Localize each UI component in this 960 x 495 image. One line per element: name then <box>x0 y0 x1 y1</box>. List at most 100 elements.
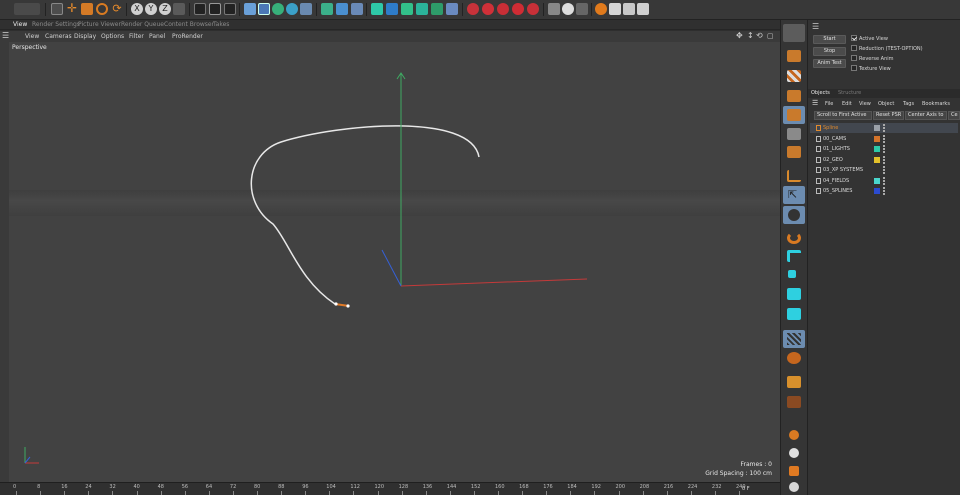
objects-menu-edit[interactable]: Edit <box>842 101 852 107</box>
cube-icon[interactable] <box>244 3 256 15</box>
tab-takes[interactable]: Takes <box>213 21 229 28</box>
object-row[interactable]: 04_FIELDS <box>810 176 958 186</box>
perspective-viewport[interactable]: Perspective Frames : 0 Grid Spacing : 10… <box>9 42 780 482</box>
workplane-mode-icon[interactable] <box>787 90 801 102</box>
coordinate-system-icon[interactable] <box>173 3 185 15</box>
tweak-mode-button[interactable]: ⇱ <box>783 186 805 204</box>
orange-sphere-icon[interactable] <box>789 430 799 440</box>
paint-icon[interactable] <box>789 466 799 476</box>
plugin-icon[interactable] <box>548 3 560 15</box>
tab-structure[interactable]: Structure <box>838 90 861 96</box>
timeline-ruler[interactable]: 0 8 16 24 32 40 48 56 64 72 80 88 96 104 112 120 128 136 1… <box>0 482 780 495</box>
xparticles-modifier-icon[interactable] <box>497 3 509 15</box>
environment-icon[interactable] <box>321 3 333 15</box>
menu-panel[interactable]: Panel <box>149 33 165 40</box>
menu-cameras[interactable]: Cameras <box>45 33 72 40</box>
corner-icon[interactable] <box>787 250 801 262</box>
hamburger-icon[interactable]: ☰ <box>2 31 9 40</box>
brush-icon[interactable] <box>787 376 801 388</box>
sculpt-icon[interactable] <box>787 396 801 408</box>
maximize-view-icon[interactable]: ▢ <box>767 32 774 40</box>
z-axis-icon[interactable]: Z <box>159 3 171 15</box>
render-settings-icon[interactable] <box>224 3 236 15</box>
xparticles-emitter-icon[interactable] <box>467 3 479 15</box>
undo-icon[interactable] <box>14 3 40 15</box>
transform-icon[interactable]: ⟳ <box>111 3 123 15</box>
solo-selection-icon[interactable] <box>787 308 801 320</box>
objects-hamburger-icon[interactable]: ☰ <box>812 99 818 107</box>
visibility-dots-icon[interactable] <box>883 176 885 185</box>
texture-view-checkbox[interactable]: Texture View <box>851 65 891 72</box>
scroll-to-first-active-button[interactable]: Scroll to First Active <box>814 111 872 120</box>
fracture-icon[interactable] <box>401 3 413 15</box>
menu-prorender[interactable]: ProRender <box>172 33 203 40</box>
move-icon[interactable]: ✛ <box>66 2 78 15</box>
tab-render-queue[interactable]: Render Queue <box>121 21 164 28</box>
render-view-icon[interactable] <box>194 3 206 15</box>
tab-view[interactable]: View <box>13 21 27 28</box>
visibility-dots-icon[interactable] <box>883 124 885 132</box>
deformer-icon[interactable] <box>300 3 312 15</box>
rotate-icon[interactable] <box>96 3 108 15</box>
light-icon[interactable] <box>351 3 363 15</box>
recycle-icon[interactable] <box>595 3 607 15</box>
polygons-mode-icon[interactable] <box>787 146 801 158</box>
start-button[interactable]: Start <box>813 35 846 44</box>
light-bulb-icon[interactable] <box>789 482 799 492</box>
solo-hierarchy-icon[interactable] <box>787 288 801 300</box>
layer-color-tag[interactable] <box>874 156 880 163</box>
visibility-dots-icon[interactable] <box>883 155 885 164</box>
visibility-dots-icon[interactable] <box>883 134 885 143</box>
menu-options[interactable]: Options <box>101 33 124 40</box>
xparticles-generator-icon[interactable] <box>482 3 494 15</box>
tab-objects[interactable]: Objects <box>811 90 830 96</box>
white-sphere-icon[interactable] <box>789 448 799 458</box>
objects-menu-view[interactable]: View <box>859 101 871 107</box>
object-row[interactable]: 01_LIGHTS <box>810 144 958 154</box>
layer-color-tag[interactable] <box>874 135 880 142</box>
sound-icon[interactable] <box>562 3 574 15</box>
layer-color-tag[interactable] <box>874 188 880 194</box>
layer-color-tag[interactable] <box>874 125 880 131</box>
object-row[interactable]: 03_XP SYSTEMS <box>810 165 958 175</box>
reverse-anim-checkbox[interactable]: Reverse Anim <box>851 55 894 62</box>
menu-display[interactable]: Display <box>74 33 96 40</box>
sky-icon[interactable] <box>446 3 458 15</box>
layout-icon[interactable] <box>609 3 621 15</box>
objects-menu-tags[interactable]: Tags <box>903 101 914 107</box>
objects-menu-file[interactable]: File <box>825 101 833 107</box>
visibility-dots-icon[interactable] <box>883 187 885 195</box>
pen-icon[interactable] <box>258 3 270 15</box>
texture-mode-icon[interactable] <box>787 70 801 82</box>
model-mode-icon[interactable] <box>787 50 801 62</box>
snap-button[interactable] <box>783 206 805 224</box>
redshift-icon[interactable] <box>637 3 649 15</box>
navigate-rotate-icon[interactable]: ⟲ <box>756 31 763 40</box>
navigate-zoom-icon[interactable]: ↕ <box>747 31 754 40</box>
reduction-checkbox[interactable]: Reduction (TEST-OPTION) <box>851 45 923 52</box>
objects-menu-bookmarks[interactable]: Bookmarks <box>922 101 950 107</box>
x-axis-icon[interactable]: X <box>131 3 143 15</box>
xparticles-question-icon[interactable] <box>512 3 524 15</box>
window-icon[interactable] <box>623 3 635 15</box>
nurbs-icon[interactable] <box>272 3 284 15</box>
magnet-icon[interactable] <box>787 232 801 244</box>
solo-icon[interactable] <box>788 270 796 278</box>
menu-view[interactable]: View <box>25 33 39 40</box>
reset-psr-button[interactable]: Reset PSR <box>873 111 904 120</box>
visibility-dots-icon[interactable] <box>883 145 885 153</box>
object-row[interactable]: 02_GEO <box>810 155 958 165</box>
array-icon[interactable] <box>286 3 298 15</box>
live-selection-icon[interactable] <box>51 3 63 15</box>
object-row[interactable]: Spline <box>810 123 958 133</box>
tab-content-browser[interactable]: Content Browser <box>164 21 214 28</box>
center-button[interactable]: Ce <box>948 111 960 120</box>
panel-menu-icon[interactable]: ☰ <box>812 22 819 31</box>
scale-icon[interactable] <box>81 3 93 15</box>
anim-test-button[interactable]: Anim Test <box>813 59 846 68</box>
tab-picture-viewer[interactable]: Picture Viewer <box>78 21 121 28</box>
tab-render-settings[interactable]: Render Settings <box>32 21 80 28</box>
active-view-checkbox[interactable]: Active View <box>851 35 888 42</box>
effector-icon[interactable] <box>416 3 428 15</box>
deform-icon[interactable] <box>787 352 801 364</box>
